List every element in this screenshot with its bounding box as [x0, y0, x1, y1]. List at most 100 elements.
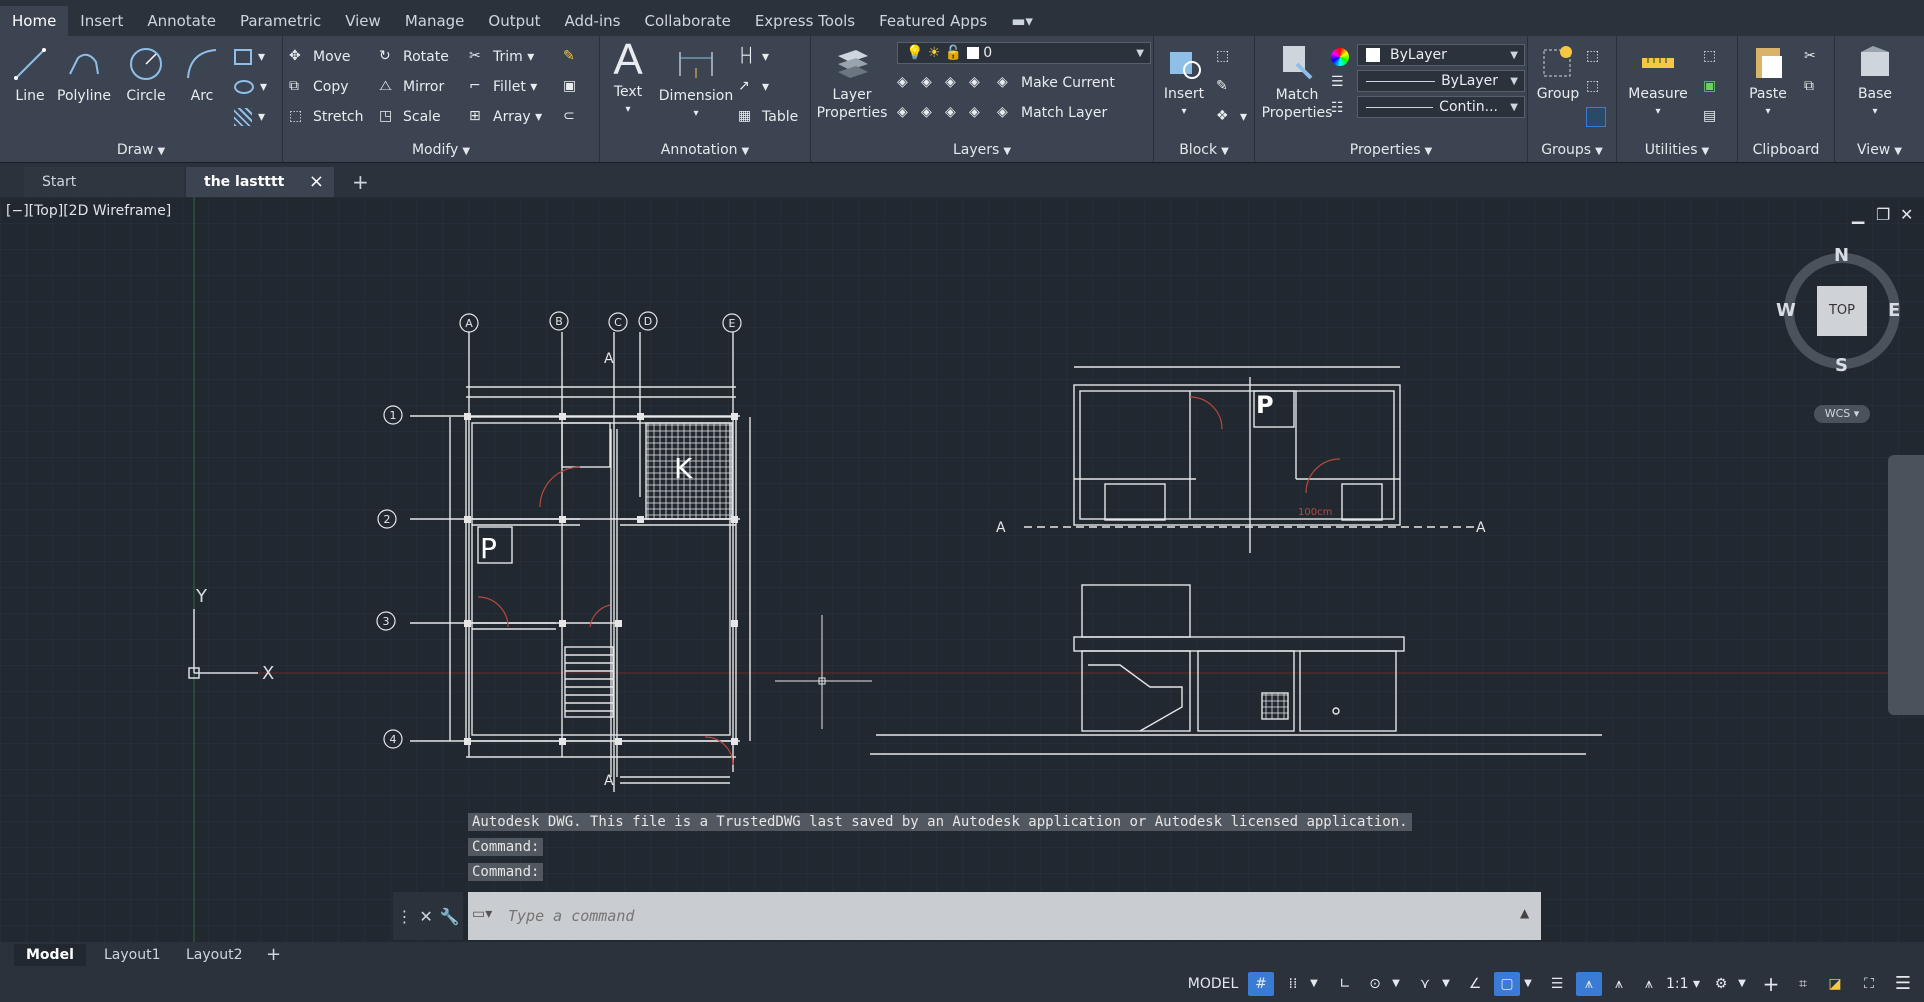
offset-button[interactable]: ⊂: [563, 106, 587, 128]
properties-panel-title[interactable]: Properties ▼: [1255, 142, 1527, 158]
edit-block-button[interactable]: ✎: [1216, 76, 1240, 98]
new-layout-button[interactable]: +: [254, 944, 293, 966]
paste-button[interactable]: Paste ▾: [1740, 42, 1796, 118]
stretch-button[interactable]: ⬚ Stretch: [289, 106, 364, 128]
annotation-scale-icon[interactable]: ⩚: [1636, 972, 1662, 996]
leader-button[interactable]: ↗ ▾: [738, 76, 769, 98]
fillet-button[interactable]: ⌐ Fillet ▾: [469, 76, 537, 98]
block-attributes-button[interactable]: ❖ ▾: [1216, 106, 1247, 128]
polar-tracking-icon[interactable]: ⊙: [1362, 972, 1388, 996]
model-space-button[interactable]: MODEL: [1184, 972, 1242, 996]
move-button[interactable]: ✥ Move: [289, 46, 351, 68]
chevron-down-icon[interactable]: ▼: [1520, 972, 1536, 996]
customization-menu-icon[interactable]: ☰: [1890, 972, 1916, 996]
copy-button[interactable]: ⧉ Copy: [289, 76, 349, 98]
cut-button[interactable]: ✂: [1804, 46, 1828, 68]
grip-icon[interactable]: ⋮: [396, 907, 412, 926]
tab-view[interactable]: View: [333, 6, 393, 36]
polyline-button[interactable]: Polyline: [56, 44, 112, 104]
tab-model[interactable]: Model: [14, 944, 86, 966]
groups-panel-title[interactable]: Groups ▼: [1528, 142, 1616, 158]
text-button[interactable]: A Text ▾: [600, 38, 656, 116]
wrench-icon[interactable]: 🔧: [440, 907, 460, 926]
rectangle-button[interactable]: ▾: [234, 46, 265, 68]
arc-button[interactable]: Arc: [174, 44, 230, 104]
tab-active-drawing[interactable]: the lastttt ×: [186, 167, 334, 197]
line-button[interactable]: Line: [2, 44, 58, 104]
annotation-visibility-icon[interactable]: ⩚: [1576, 972, 1602, 996]
close-icon[interactable]: ×: [309, 167, 324, 197]
ungroup-button[interactable]: ⬚: [1586, 46, 1610, 68]
tab-manage[interactable]: Manage: [393, 6, 477, 36]
linetype-dropdown[interactable]: Contin... ▼: [1357, 96, 1525, 118]
linear-dimension-button[interactable]: ├┤ ▾: [738, 46, 769, 68]
table-button[interactable]: ▦ Table: [738, 106, 798, 128]
lineweight-dropdown[interactable]: ByLayer ▼: [1357, 70, 1525, 92]
annotation-scale-dropdown[interactable]: 1:1 ▾: [1664, 972, 1702, 996]
snap-mode-icon[interactable]: ⁞⁞: [1280, 972, 1306, 996]
measure-button[interactable]: Measure ▾: [1621, 42, 1695, 118]
block-panel-title[interactable]: Block ▼: [1154, 142, 1254, 158]
color-wheel[interactable]: [1331, 46, 1355, 68]
layer-dropdown[interactable]: 💡 ☀ 🔓 0 ▼: [897, 42, 1151, 64]
tab-layout1[interactable]: Layout1: [92, 944, 173, 966]
ribbon-toggle-button[interactable]: ▬▾: [999, 6, 1045, 36]
viewcube-top-face[interactable]: TOP: [1817, 286, 1867, 336]
view-panel-title[interactable]: View ▼: [1835, 142, 1924, 158]
layer-tools-row-1[interactable]: ◈ ◈ ◈ ◈: [897, 72, 993, 94]
utilities-panel-title[interactable]: Utilities ▼: [1617, 142, 1737, 158]
explode-button[interactable]: ▣: [563, 76, 587, 98]
object-snap-tracking-icon[interactable]: ∠: [1462, 972, 1488, 996]
compass-south[interactable]: S: [1835, 355, 1848, 376]
compass-north[interactable]: N: [1834, 245, 1849, 266]
tab-collaborate[interactable]: Collaborate: [632, 6, 742, 36]
tab-express-tools[interactable]: Express Tools: [743, 6, 867, 36]
compass-east[interactable]: E: [1888, 300, 1900, 321]
compass-west[interactable]: W: [1776, 300, 1796, 321]
group-button[interactable]: Group: [1530, 42, 1586, 102]
erase-button[interactable]: ✎: [563, 46, 587, 68]
scale-button[interactable]: ◳ Scale: [379, 106, 441, 128]
minimize-viewport-button[interactable]: ▁: [1852, 205, 1864, 224]
close-viewport-button[interactable]: ✕: [1900, 205, 1913, 224]
chevron-down-icon[interactable]: ▼: [1306, 972, 1322, 996]
tab-output[interactable]: Output: [476, 6, 552, 36]
tab-insert[interactable]: Insert: [68, 6, 135, 36]
create-block-button[interactable]: ⬚: [1216, 46, 1240, 68]
draw-panel-title[interactable]: Draw ▼: [0, 142, 282, 158]
grid-toggle-icon[interactable]: #: [1248, 972, 1274, 996]
viewcube[interactable]: TOP N S E W: [1776, 245, 1904, 376]
quick-select-button[interactable]: ⬚: [1703, 46, 1727, 68]
ortho-mode-icon[interactable]: ∟: [1332, 972, 1358, 996]
ellipse-button[interactable]: ▾: [234, 76, 267, 98]
restore-viewport-button[interactable]: ❐: [1876, 205, 1890, 224]
hatch-button[interactable]: ▾: [234, 106, 265, 128]
new-tab-button[interactable]: +: [340, 167, 380, 197]
navigation-bar[interactable]: [1888, 455, 1924, 715]
chevron-down-icon[interactable]: ▼: [1734, 972, 1750, 996]
copy-clip-button[interactable]: ⧉: [1804, 76, 1828, 98]
clean-screen-icon[interactable]: ⛶: [1856, 972, 1882, 996]
make-current-button[interactable]: ◈ Make Current: [997, 72, 1115, 94]
layer-tools-row-2[interactable]: ◈ ◈ ◈ ◈: [897, 102, 993, 124]
layer-properties-button[interactable]: Layer Properties: [815, 42, 889, 122]
insert-block-button[interactable]: Insert ▾: [1156, 42, 1212, 118]
layers-panel-title[interactable]: Layers ▼: [811, 142, 1153, 158]
match-properties-button[interactable]: Match Properties: [1259, 42, 1335, 122]
group-selection-button[interactable]: [1586, 106, 1612, 128]
modify-panel-title[interactable]: Modify ▼: [283, 142, 599, 158]
dimension-button[interactable]: Dimension ▾: [658, 44, 734, 120]
units-icon[interactable]: ⌗: [1790, 972, 1816, 996]
calculator-button[interactable]: ▤: [1703, 106, 1727, 128]
gear-icon[interactable]: ⚙: [1708, 972, 1734, 996]
wcs-menu[interactable]: WCS ▾: [1814, 405, 1870, 423]
base-view-button[interactable]: Base ▾: [1847, 42, 1903, 118]
tab-home[interactable]: Home: [0, 6, 69, 36]
circle-button[interactable]: Circle: [118, 44, 174, 104]
tab-addins[interactable]: Add-ins: [553, 6, 633, 36]
recent-commands-button[interactable]: ▭▾: [472, 906, 492, 922]
quick-properties-icon[interactable]: ◪: [1822, 972, 1848, 996]
select-all-button[interactable]: ▣: [1703, 76, 1727, 98]
array-button[interactable]: ⊞ Array ▾: [469, 106, 542, 128]
lineweight-toggle-icon[interactable]: ☰: [1544, 972, 1570, 996]
